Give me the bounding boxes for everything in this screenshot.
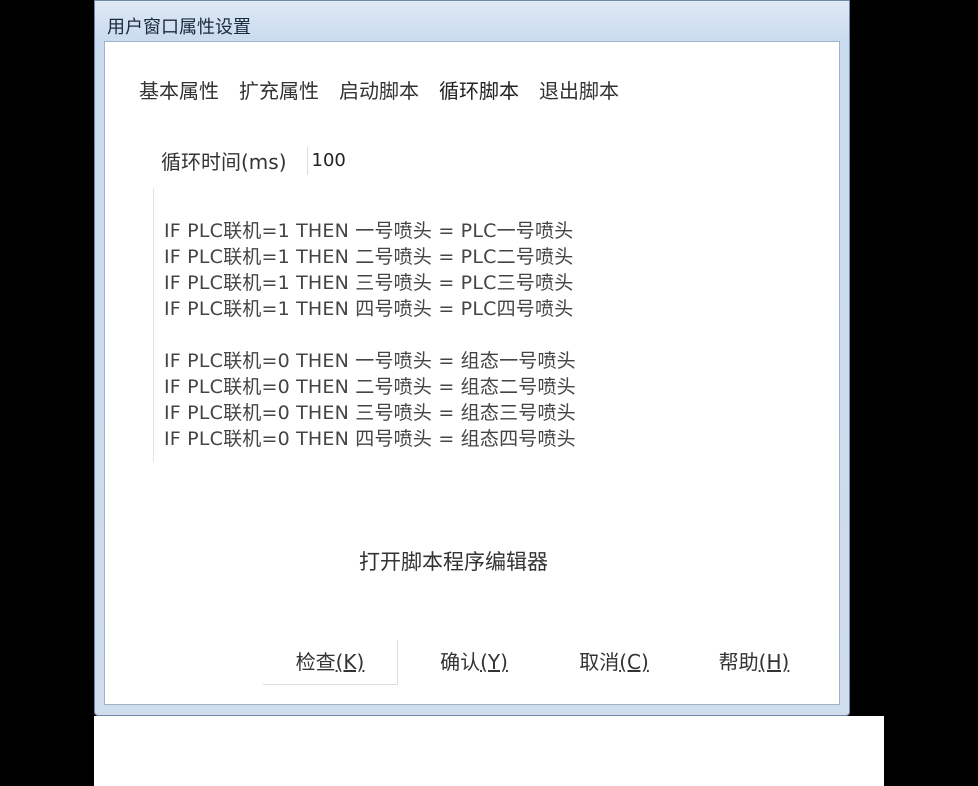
confirm-button-label: 确认 (440, 650, 481, 674)
cycle-time-input[interactable] (306, 146, 394, 175)
window-title: 用户窗口属性设置 (107, 17, 251, 38)
cancel-button-hotkey: (C) (619, 650, 649, 674)
script-line: IF PLC联机=1 THEN 一号喷头 = PLC一号喷头 (164, 220, 574, 242)
help-button-label: 帮助 (718, 650, 759, 674)
cycle-time-label: 循环时间(ms) (161, 150, 287, 174)
check-button-hotkey: (K) (335, 650, 365, 674)
check-button[interactable]: 检查(K) (263, 640, 398, 685)
script-line: IF PLC联机=0 THEN 二号喷头 = 组态二号喷头 (164, 376, 576, 398)
help-button-hotkey: (H) (758, 650, 790, 674)
confirm-button-hotkey: (Y) (480, 650, 508, 674)
dialog-window: 用户窗口属性设置 基本属性 扩充属性 启动脚本 循环脚本 退出脚本 循环时间(m… (94, 0, 850, 716)
script-line: IF PLC联机=1 THEN 四号喷头 = PLC四号喷头 (164, 298, 574, 320)
tab-exit-script[interactable]: 退出脚本 (535, 76, 627, 106)
background-strip (94, 716, 884, 786)
script-line: IF PLC联机=0 THEN 一号喷头 = 组态一号喷头 (164, 350, 576, 372)
tab-strip: 基本属性 扩充属性 启动脚本 循环脚本 退出脚本 (135, 76, 635, 112)
tab-startup-script[interactable]: 启动脚本 (335, 76, 427, 106)
dialog-content: 基本属性 扩充属性 启动脚本 循环脚本 退出脚本 循环时间(ms) IF PLC… (104, 41, 840, 705)
tab-extended-properties[interactable]: 扩充属性 (235, 76, 327, 106)
open-script-editor-button[interactable]: 打开脚本程序编辑器 (359, 546, 548, 576)
cancel-button[interactable]: 取消(C) (559, 640, 669, 684)
script-line: IF PLC联机=0 THEN 四号喷头 = 组态四号喷头 (164, 428, 576, 450)
check-button-label: 检查 (295, 650, 336, 674)
script-line: IF PLC联机=1 THEN 二号喷头 = PLC二号喷头 (164, 246, 574, 268)
title-bar[interactable]: 用户窗口属性设置 (95, 1, 849, 41)
help-button[interactable]: 帮助(H) (699, 640, 809, 684)
script-blank-line (164, 322, 779, 348)
script-line: IF PLC联机=0 THEN 三号喷头 = 组态三号喷头 (164, 402, 576, 424)
tab-basic-properties[interactable]: 基本属性 (135, 76, 227, 106)
cycle-time-row: 循环时间(ms) (161, 146, 394, 175)
confirm-button[interactable]: 确认(Y) (419, 640, 529, 684)
script-editor[interactable]: IF PLC联机=1 THEN 一号喷头 = PLC一号喷头 IF PLC联机=… (153, 188, 779, 462)
tab-loop-script[interactable]: 循环脚本 (435, 76, 527, 106)
script-line: IF PLC联机=1 THEN 三号喷头 = PLC三号喷头 (164, 272, 574, 294)
cancel-button-label: 取消 (579, 650, 620, 674)
